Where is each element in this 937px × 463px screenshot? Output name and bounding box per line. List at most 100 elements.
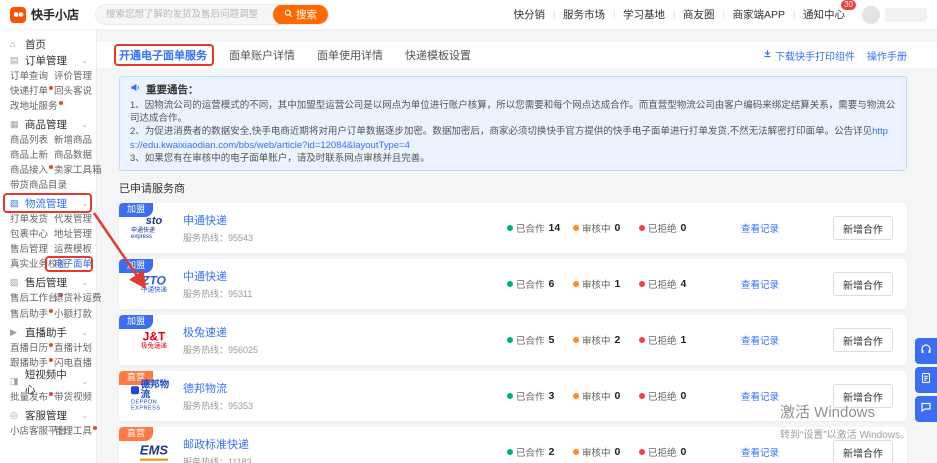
chat-button[interactable]	[915, 396, 937, 422]
sidebar-section-customer-service[interactable]: ◎ 客服管理 ⌄	[0, 407, 96, 424]
sidebar-item[interactable]: 小店客服平台	[10, 426, 54, 437]
main-area: 开通电子面单服务 面单账户详情 面单使用详情 快递模板设置 下载快手打印组件 操…	[97, 30, 937, 463]
nav-distribution[interactable]: 快分销	[504, 7, 554, 22]
sidebar-item[interactable]: 评价管理	[54, 71, 94, 82]
chevron-down-icon: ⌄	[81, 328, 88, 337]
courier-name-link[interactable]: 申通快递	[183, 212, 253, 228]
nav-merchant-circle[interactable]: 商友圈	[674, 7, 724, 22]
red-dot-icon	[49, 392, 53, 396]
add-cooperation-button[interactable]: 新增合作	[833, 440, 893, 463]
sidebar-section-orders[interactable]: ▤ 订单管理 ⌄	[0, 52, 96, 69]
customer-service-button[interactable]	[915, 338, 937, 364]
headset-icon	[920, 342, 932, 360]
courier-name-link[interactable]: 极兔速递	[183, 324, 258, 340]
chevron-down-icon: ⌄	[81, 278, 88, 287]
view-records-link[interactable]: 查看记录	[741, 389, 779, 403]
add-cooperation-button[interactable]: 新增合作	[833, 384, 893, 408]
courier-name-link[interactable]: 德邦物流	[183, 380, 253, 396]
order-icon: ▤	[10, 55, 20, 66]
sidebar-item[interactable]: 真实业务校验	[10, 259, 54, 270]
sidebar-item[interactable]: 包裹中心	[10, 229, 54, 240]
sidebar-item[interactable]: 商品接入	[10, 165, 54, 176]
sidebar-item[interactable]: 代发管理	[54, 214, 94, 225]
search-button[interactable]: 搜索	[273, 4, 328, 25]
manual-link[interactable]: 操作手册	[867, 48, 907, 63]
add-cooperation-button[interactable]: 新增合作	[833, 328, 893, 352]
sidebar-item[interactable]: 地址管理	[54, 229, 94, 240]
avatar[interactable]	[862, 6, 880, 24]
stat-rejected: 已拒绝0	[639, 445, 705, 459]
sidebar-item-home[interactable]: ⌂ 首页	[0, 36, 96, 52]
sidebar-item[interactable]: 商品上新	[10, 150, 54, 161]
add-cooperation-button[interactable]: 新增合作	[833, 272, 893, 296]
tab-waybill-usage-detail[interactable]: 面单使用详情	[317, 47, 383, 63]
sidebar-item[interactable]: 小额打款	[54, 309, 102, 320]
orange-dot-icon	[573, 337, 579, 343]
product-icon: ▦	[10, 119, 20, 130]
sidebar-section-short-video[interactable]: ◨ 短视频中心 ⌄	[0, 373, 96, 390]
sidebar-item[interactable]: 改地址服务	[10, 101, 54, 112]
sidebar-item[interactable]: 运费模板	[54, 244, 94, 255]
sidebar-item[interactable]: 商品数据	[54, 150, 102, 161]
sidebar-item[interactable]: 新增商品	[54, 135, 102, 146]
red-dot-icon	[49, 309, 53, 313]
sidebar-item[interactable]: 带货视频	[54, 392, 94, 403]
sidebar-item[interactable]: 直播计划	[54, 343, 94, 354]
search-icon	[284, 9, 293, 21]
sidebar-item[interactable]: 商品列表	[10, 135, 54, 146]
nav-service-market[interactable]: 服务市场	[554, 7, 614, 22]
app-logo[interactable]: 快手小店	[10, 6, 79, 23]
sidebar-item[interactable]: 卖家工具箱	[54, 165, 102, 176]
chevron-down-icon: ⌄	[81, 411, 88, 420]
tab-waybill-account-detail[interactable]: 面单账户详情	[229, 47, 295, 63]
tab-open-waybill-service[interactable]: 开通电子面单服务	[119, 47, 207, 63]
stat-rejected: 已拒绝1	[639, 333, 705, 347]
red-dot-icon	[49, 343, 53, 347]
feedback-button[interactable]	[915, 367, 937, 393]
search-input[interactable]	[106, 9, 273, 20]
sidebar-item[interactable]: 管理工具	[54, 426, 97, 437]
sidebar-item[interactable]: 订单查询	[10, 71, 54, 82]
courier-hotline: 服务热线：95543	[183, 231, 253, 244]
announcement-icon	[130, 82, 141, 98]
sidebar-item[interactable]: 带货商品目录	[10, 180, 102, 191]
sidebar-item[interactable]: 售后管理	[10, 244, 54, 255]
sidebar-section-logistics[interactable]: ▧ 物流管理 ⌄	[0, 195, 96, 212]
courier-name-link[interactable]: 邮政标准快递	[183, 436, 252, 452]
deppon-logo: 德邦物流 DEPPON EXPRESS	[131, 380, 177, 411]
sidebar-item[interactable]: 售后工作台	[10, 293, 54, 304]
add-cooperation-button[interactable]: 新增合作	[833, 216, 893, 240]
floating-toolbar	[915, 338, 937, 422]
sidebar-item[interactable]: 打单发货	[10, 214, 54, 225]
view-records-link[interactable]: 查看记录	[741, 445, 779, 459]
chevron-down-icon: ⌄	[81, 120, 88, 129]
tab-links: 下载快手打印组件 操作手册	[763, 48, 907, 63]
sidebar-section-products[interactable]: ▦ 商品管理 ⌄	[0, 116, 96, 133]
nav-learning-base[interactable]: 学习基地	[614, 7, 674, 22]
view-records-link[interactable]: 查看记录	[741, 221, 779, 235]
nav-merchant-app[interactable]: 商家端APP	[723, 7, 794, 22]
logistics-icon: ▧	[10, 198, 20, 209]
download-print-component-link[interactable]: 下载快手打印组件	[763, 48, 855, 63]
sidebar-section-live[interactable]: ▶ 直播助手 ⌄	[0, 324, 96, 341]
tab-express-template-settings[interactable]: 快递模板设置	[405, 47, 471, 63]
courier-card-ems: 直营 EMS 邮政标准快递 服务热线：11183 已合作2 审核中0 已拒绝0 …	[119, 427, 907, 463]
username-blur	[885, 8, 927, 22]
sidebar-section-aftersale[interactable]: ▨ 售后管理 ⌄	[0, 274, 96, 291]
sidebar-item-electronic-waybill[interactable]: 电子面单	[54, 259, 94, 270]
sidebar-item[interactable]: 售后助手	[10, 309, 54, 320]
sidebar-item[interactable]: 直播日历	[10, 343, 54, 354]
courier-stats: 已合作2 审核中0 已拒绝0 查看记录	[507, 445, 779, 459]
nav-notification-center[interactable]: 通知中心 30	[794, 7, 854, 22]
sidebar-item[interactable]: 回头客说	[54, 86, 94, 97]
sidebar-item[interactable]: 退货补运费	[54, 293, 102, 304]
view-records-link[interactable]: 查看记录	[741, 333, 779, 347]
green-dot-icon	[507, 225, 513, 231]
red-dot-icon	[49, 86, 53, 90]
sidebar-item[interactable]: 批量发布	[10, 392, 54, 403]
chat-icon	[920, 400, 932, 418]
view-records-link[interactable]: 查看记录	[741, 277, 779, 291]
red-dot-icon	[639, 337, 645, 343]
sidebar-item[interactable]: 快递打单	[10, 86, 54, 97]
courier-name-link[interactable]: 中通快递	[183, 268, 252, 284]
